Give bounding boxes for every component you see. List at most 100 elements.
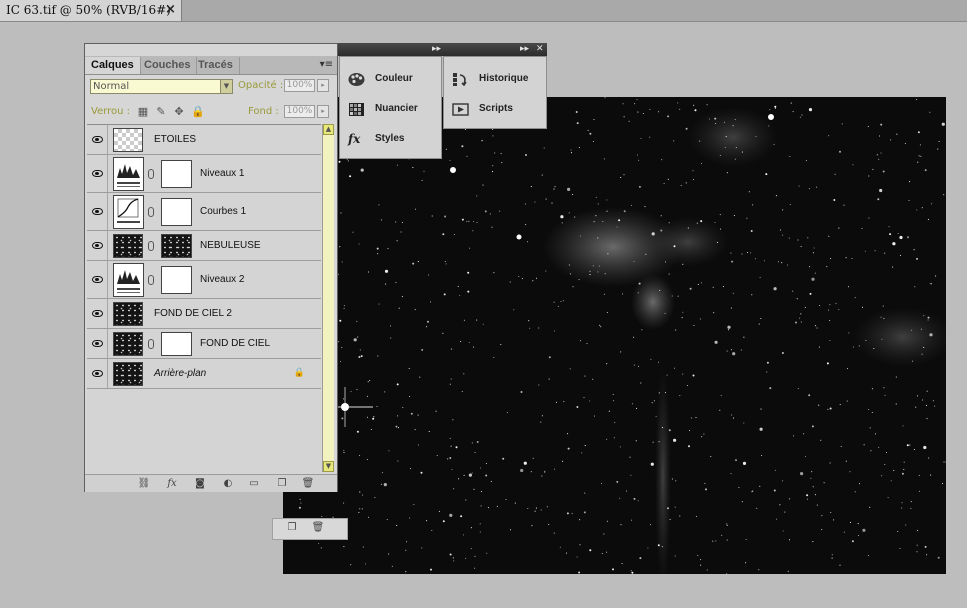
mask-link-icon[interactable] [148, 275, 154, 285]
fill-slider-arrow-icon[interactable]: ▸ [317, 105, 329, 118]
group-folder-icon[interactable]: ▭ [247, 477, 261, 490]
visibility-eye-icon[interactable] [87, 231, 108, 260]
layer-mask-thumbnail[interactable] [161, 266, 192, 294]
mask-link-icon[interactable] [148, 207, 154, 217]
trash-icon[interactable]: 🗑 [311, 521, 325, 534]
layer-name[interactable]: FOND DE CIEL [200, 338, 270, 349]
scroll-down-icon[interactable]: ▼ [323, 461, 334, 472]
layer-name[interactable]: Niveaux 1 [200, 168, 244, 179]
curves-thumbnail-icon[interactable] [113, 195, 144, 229]
layer-thumbnail[interactable] [113, 128, 143, 152]
panel-scripts[interactable]: Scripts [444, 95, 546, 125]
visibility-eye-icon[interactable] [87, 193, 108, 230]
close-panel-icon[interactable]: ✕ [536, 43, 544, 56]
layer-thumbnail[interactable] [113, 302, 143, 326]
layer-name[interactable]: Courbes 1 [200, 206, 246, 217]
layer-row[interactable]: NEBULEUSE [87, 231, 321, 261]
layer-name[interactable]: ETOILES [154, 134, 196, 145]
levels-thumbnail-icon[interactable] [113, 157, 144, 191]
scroll-up-icon[interactable]: ▲ [323, 124, 334, 135]
layer-row[interactable]: Courbes 1 [87, 193, 321, 231]
lock-position-icon[interactable]: ✥ [173, 106, 185, 118]
mask-link-icon[interactable] [148, 169, 154, 179]
mask-link-icon[interactable] [148, 241, 154, 251]
star-dot [352, 231, 354, 233]
mask-icon[interactable]: ◙ [193, 477, 207, 490]
opacity-field[interactable]: 100% [284, 79, 315, 92]
star-dot [741, 151, 743, 153]
link-icon[interactable]: ⛓ [137, 477, 151, 490]
star-dot [768, 125, 770, 127]
panel-historique[interactable]: Historique [444, 65, 546, 95]
visibility-eye-icon[interactable] [87, 359, 108, 388]
layer-row[interactable]: FOND DE CIEL 2 [87, 299, 321, 329]
star-dot [541, 415, 543, 417]
expand-panel-button[interactable]: ▸▸ [432, 43, 441, 56]
visibility-eye-icon[interactable] [87, 155, 108, 192]
star-dot [854, 297, 856, 299]
new-layer-icon[interactable]: ❐ [285, 521, 299, 534]
fx-icon[interactable]: fx [165, 477, 179, 490]
layer-name[interactable]: NEBULEUSE [200, 240, 261, 251]
tab-traces[interactable]: Tracés [192, 57, 240, 74]
layer-mask-thumbnail[interactable] [161, 332, 192, 356]
layer-name[interactable]: Niveaux 2 [200, 274, 244, 285]
panel-nuancier[interactable]: Nuancier [340, 95, 441, 125]
panel-menu-icon[interactable]: ▾≡ [320, 59, 333, 70]
visibility-eye-icon[interactable] [87, 261, 108, 298]
layer-thumbnail[interactable] [113, 362, 143, 386]
lock-transparency-icon[interactable]: ▦ [137, 106, 149, 118]
layer-mask-thumbnail[interactable] [161, 234, 192, 258]
layer-row[interactable]: Niveaux 1 [87, 155, 321, 193]
panel-nuancier-label: Nuancier [375, 103, 418, 114]
lock-all-icon[interactable]: 🔒 [191, 106, 205, 118]
adjustment-icon[interactable]: ◐ [221, 477, 235, 490]
expand-panel-button-2[interactable]: ▸▸ [520, 43, 529, 56]
layers-scrollbar[interactable]: ▲ ▼ [322, 124, 334, 472]
layer-thumbnail[interactable] [113, 234, 143, 258]
star-dot [420, 471, 423, 474]
eye-icon [91, 276, 103, 283]
star-dot [858, 345, 860, 347]
opacity-slider-arrow-icon[interactable]: ▸ [317, 79, 329, 92]
star-dot [396, 383, 399, 386]
star-dot [732, 417, 735, 419]
layer-row[interactable]: ETOILES [87, 125, 321, 155]
layer-row[interactable]: FOND DE CIEL [87, 329, 321, 359]
star-dot [811, 277, 815, 281]
lock-pixels-icon[interactable]: ✎ [155, 106, 167, 118]
visibility-eye-icon[interactable] [87, 299, 108, 328]
new-layer-icon[interactable]: ❐ [275, 477, 289, 490]
mask-link-icon[interactable] [148, 339, 154, 349]
close-tab-icon[interactable]: × [165, 2, 176, 17]
star-dot [377, 355, 379, 357]
star-dot [356, 430, 359, 433]
document-tab[interactable]: IC 63.tif @ 50% (RVB/16#) × [0, 0, 182, 21]
trash-icon[interactable]: 🗑 [301, 477, 315, 490]
star-dot [614, 422, 616, 424]
layer-name[interactable]: FOND DE CIEL 2 [154, 308, 232, 319]
layer-mask-thumbnail[interactable] [161, 198, 192, 226]
star-dot [929, 283, 931, 285]
tab-couches[interactable]: Couches [138, 57, 198, 74]
star-dot [773, 287, 777, 291]
layer-name[interactable]: Arrière-plan [154, 368, 206, 379]
fill-field[interactable]: 100% [284, 105, 315, 118]
panel-styles[interactable]: fx Styles [340, 125, 441, 155]
visibility-eye-icon[interactable] [87, 329, 108, 358]
tab-calques[interactable]: Calques [85, 57, 141, 74]
layer-mask-thumbnail[interactable] [161, 160, 192, 188]
blend-mode-select[interactable]: Normal ▼ [90, 79, 233, 94]
visibility-eye-icon[interactable] [87, 125, 108, 154]
levels-thumbnail-icon[interactable] [113, 263, 144, 297]
layer-thumbnail[interactable] [113, 332, 143, 356]
star-dot [579, 519, 581, 521]
star-dot [484, 210, 487, 213]
star-dot [776, 518, 778, 520]
layer-row[interactable]: Arrière-plan 🔒 [87, 359, 321, 389]
layer-row[interactable]: Niveaux 2 [87, 261, 321, 299]
panel-couleur[interactable]: Couleur [340, 65, 441, 95]
image-canvas[interactable] [283, 97, 946, 574]
star-dot [641, 329, 643, 331]
palette-icon [348, 73, 365, 86]
